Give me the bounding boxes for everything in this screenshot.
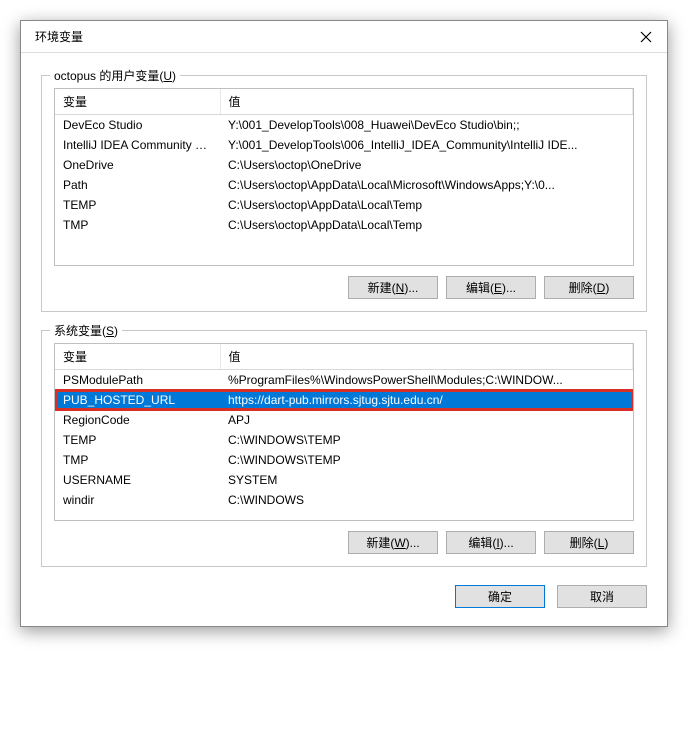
- table-row[interactable]: TEMPC:\WINDOWS\TEMP: [55, 430, 633, 450]
- table-row[interactable]: IntelliJ IDEA Community E...Y:\001_Devel…: [55, 135, 633, 155]
- user-delete-button[interactable]: 删除(D): [544, 276, 634, 299]
- table-row[interactable]: PUB_HOSTED_URLhttps://dart-pub.mirrors.s…: [55, 390, 633, 410]
- user-new-button[interactable]: 新建(N)...: [348, 276, 438, 299]
- dialog-content: octopus 的用户变量(U) 变量 值 DevEco StudioY:\00…: [21, 53, 667, 626]
- sys-new-button[interactable]: 新建(W)...: [348, 531, 438, 554]
- col-header-value[interactable]: 值: [220, 344, 633, 370]
- titlebar: 环境变量: [21, 21, 667, 53]
- table-row[interactable]: USERNAMESYSTEM: [55, 470, 633, 490]
- cell-value: C:\WINDOWS: [220, 490, 633, 510]
- col-header-name[interactable]: 变量: [55, 344, 220, 370]
- cell-name: OneDrive: [55, 155, 220, 175]
- system-vars-table[interactable]: 变量 值 PSModulePath%ProgramFiles%\WindowsP…: [54, 343, 634, 521]
- user-vars-table[interactable]: 变量 值 DevEco StudioY:\001_DevelopTools\00…: [54, 88, 634, 266]
- table-row[interactable]: PathC:\Users\octop\AppData\Local\Microso…: [55, 175, 633, 195]
- table-row[interactable]: TMPC:\Users\octop\AppData\Local\Temp: [55, 215, 633, 235]
- system-vars-label: 系统变量(S): [50, 322, 122, 339]
- cell-name: PSModulePath: [55, 370, 220, 391]
- ok-button[interactable]: 确定: [455, 585, 545, 608]
- cell-value: Y:\001_DevelopTools\006_IntelliJ_IDEA_Co…: [220, 135, 633, 155]
- cell-name: USERNAME: [55, 470, 220, 490]
- cell-value: C:\WINDOWS\TEMP: [220, 450, 633, 470]
- table-row[interactable]: OneDriveC:\Users\octop\OneDrive: [55, 155, 633, 175]
- system-vars-group: 系统变量(S) 变量 值 PSModulePath%ProgramFiles%\…: [41, 330, 647, 567]
- cell-value: %ProgramFiles%\WindowsPowerShell\Modules…: [220, 370, 633, 391]
- cell-name: TEMP: [55, 195, 220, 215]
- cell-value: https://dart-pub.mirrors.sjtug.sjtu.edu.…: [220, 390, 633, 410]
- cell-value: C:\Users\octop\OneDrive: [220, 155, 633, 175]
- user-vars-group: octopus 的用户变量(U) 变量 值 DevEco StudioY:\00…: [41, 75, 647, 312]
- cell-name: TMP: [55, 215, 220, 235]
- cell-value: C:\Users\octop\AppData\Local\Temp: [220, 195, 633, 215]
- window-title: 环境变量: [35, 28, 83, 45]
- table-row[interactable]: DevEco StudioY:\001_DevelopTools\008_Hua…: [55, 115, 633, 136]
- table-row[interactable]: TEMPC:\Users\octop\AppData\Local\Temp: [55, 195, 633, 215]
- user-edit-button[interactable]: 编辑(E)...: [446, 276, 536, 299]
- table-row[interactable]: TMPC:\WINDOWS\TEMP: [55, 450, 633, 470]
- table-row[interactable]: RegionCodeAPJ: [55, 410, 633, 430]
- cell-name: Path: [55, 175, 220, 195]
- cell-name: RegionCode: [55, 410, 220, 430]
- col-header-value[interactable]: 值: [220, 89, 633, 115]
- cell-name: IntelliJ IDEA Community E...: [55, 135, 220, 155]
- table-row[interactable]: windirC:\WINDOWS: [55, 490, 633, 510]
- cell-value: APJ: [220, 410, 633, 430]
- sys-delete-button[interactable]: 删除(L): [544, 531, 634, 554]
- col-header-name[interactable]: 变量: [55, 89, 220, 115]
- cell-name: TEMP: [55, 430, 220, 450]
- cell-value: Y:\001_DevelopTools\008_Huawei\DevEco St…: [220, 115, 633, 136]
- env-vars-dialog: 环境变量 octopus 的用户变量(U) 变量 值: [20, 20, 668, 627]
- cell-name: DevEco Studio: [55, 115, 220, 136]
- close-icon[interactable]: [637, 28, 655, 46]
- cell-value: C:\Users\octop\AppData\Local\Microsoft\W…: [220, 175, 633, 195]
- cell-name: windir: [55, 490, 220, 510]
- cell-value: SYSTEM: [220, 470, 633, 490]
- user-vars-label: octopus 的用户变量(U): [50, 67, 180, 84]
- dialog-buttons: 确定 取消: [41, 585, 647, 608]
- cell-value: C:\Users\octop\AppData\Local\Temp: [220, 215, 633, 235]
- cancel-button[interactable]: 取消: [557, 585, 647, 608]
- cell-name: TMP: [55, 450, 220, 470]
- sys-edit-button[interactable]: 编辑(I)...: [446, 531, 536, 554]
- table-row[interactable]: PSModulePath%ProgramFiles%\WindowsPowerS…: [55, 370, 633, 391]
- cell-name: PUB_HOSTED_URL: [55, 390, 220, 410]
- cell-value: C:\WINDOWS\TEMP: [220, 430, 633, 450]
